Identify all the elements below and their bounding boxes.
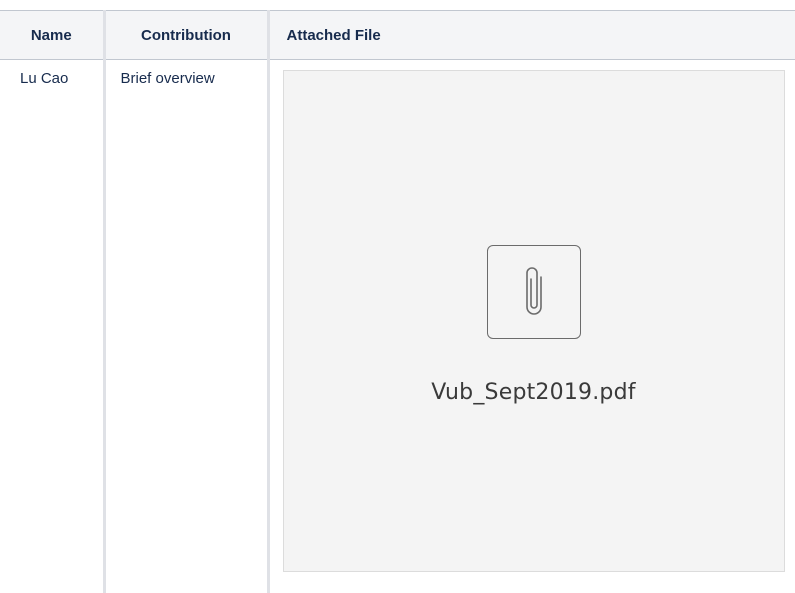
paperclip-icon — [486, 245, 581, 339]
column-header-contribution[interactable]: Contribution — [102, 10, 269, 60]
cell-name: Lu Cao — [0, 59, 105, 593]
attachment-filename[interactable]: Vub_Sept2019.pdf — [431, 380, 635, 405]
contributions-table-wrapper: Name Contribution Attached File Lu Cao B… — [0, 10, 795, 593]
table-row: Lu Cao Brief overview Vub_Sept2019.pdf — [0, 59, 795, 593]
contributions-table: Name Contribution Attached File Lu Cao B… — [0, 10, 795, 593]
cell-attached-file: Vub_Sept2019.pdf — [266, 59, 795, 593]
column-header-name[interactable]: Name — [0, 10, 105, 60]
attachment-preview-card[interactable]: Vub_Sept2019.pdf — [282, 70, 785, 572]
table-header-row: Name Contribution Attached File — [0, 10, 795, 60]
column-header-attached-file[interactable]: Attached File — [266, 10, 795, 60]
cell-contribution: Brief overview — [102, 59, 269, 593]
